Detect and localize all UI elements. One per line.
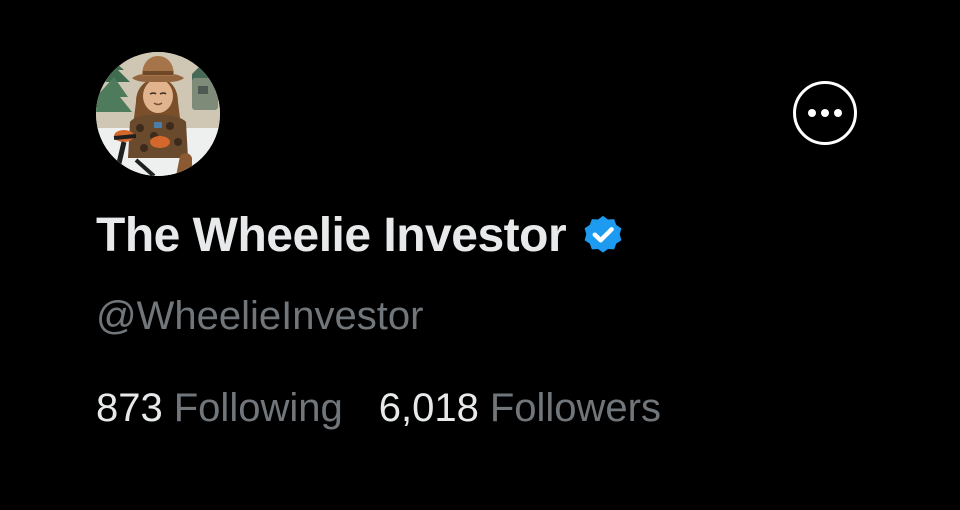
profile-stats: 873 Following 6,018 Followers bbox=[96, 382, 661, 434]
followers-count: 6,018 bbox=[378, 386, 479, 430]
following-label: Following bbox=[173, 386, 343, 430]
more-options-icon bbox=[808, 109, 842, 117]
more-options-button[interactable] bbox=[793, 81, 857, 145]
display-name: The Wheelie Investor bbox=[96, 209, 567, 262]
following-link[interactable]: 873 Following bbox=[96, 382, 343, 434]
followers-label: Followers bbox=[489, 386, 661, 430]
following-count: 873 bbox=[96, 386, 163, 430]
avatar-image bbox=[96, 52, 220, 176]
profile-handle: @WheelieInvestor bbox=[96, 294, 424, 338]
verified-badge-icon[interactable] bbox=[580, 213, 626, 259]
avatar[interactable] bbox=[96, 52, 220, 176]
profile-name-row: The Wheelie Investor bbox=[96, 206, 626, 266]
followers-link[interactable]: 6,018 Followers bbox=[379, 382, 661, 434]
